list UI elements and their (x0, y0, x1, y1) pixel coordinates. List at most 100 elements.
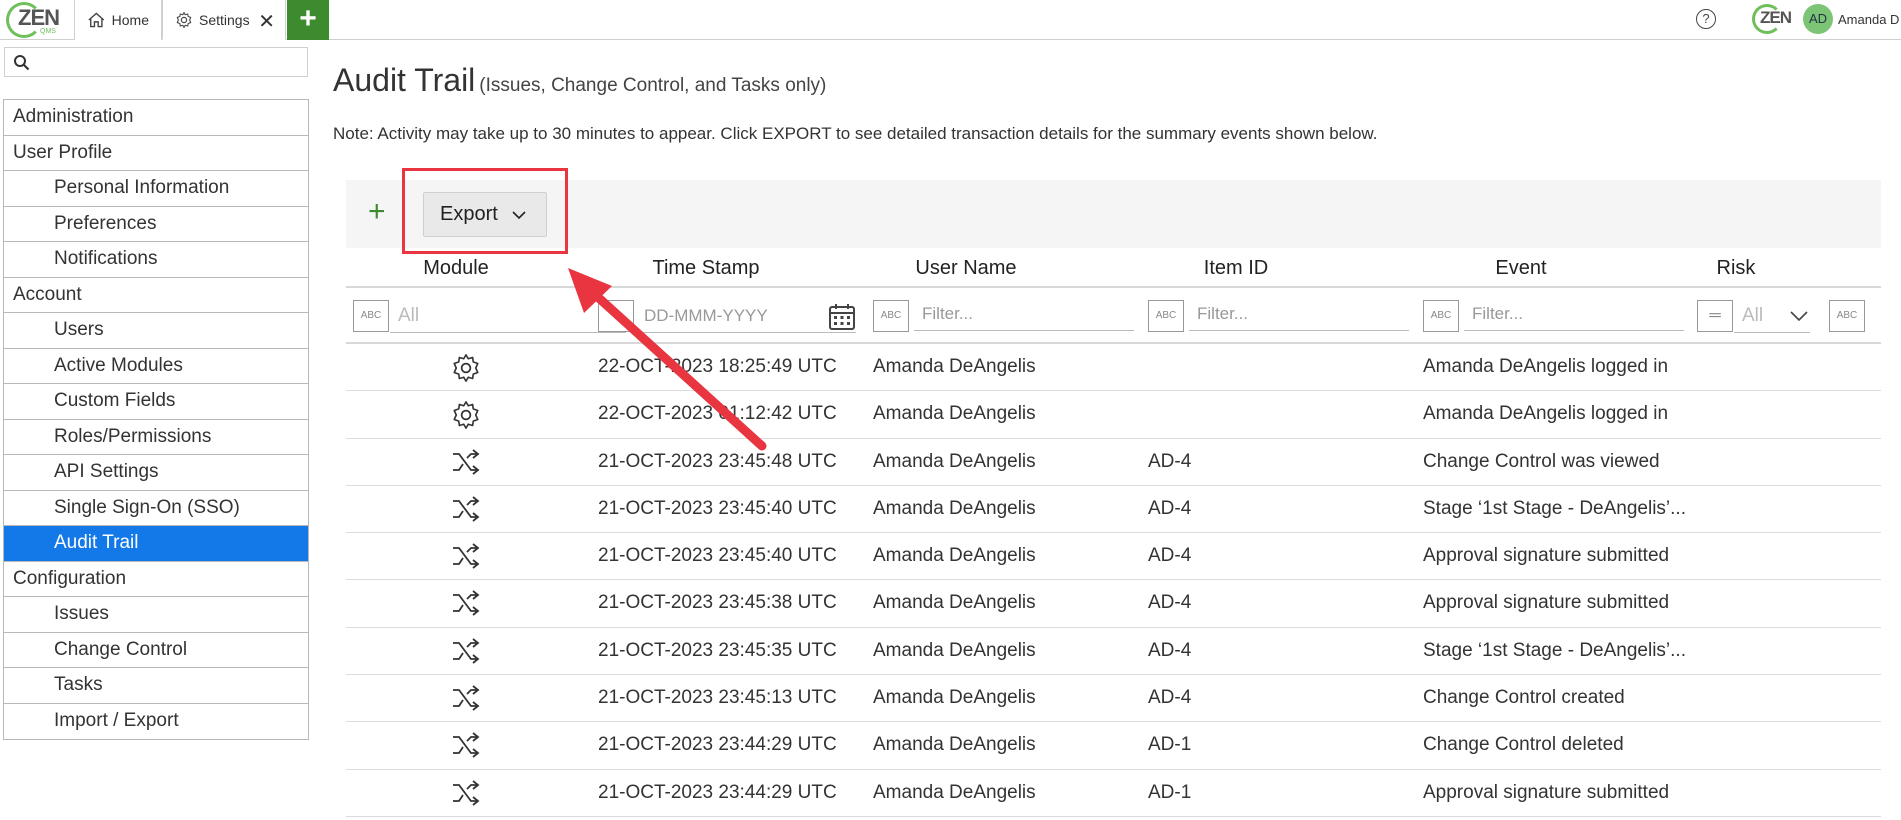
top-bar: ZEN QMS Home Settings ✕ + ? ZEN AD Amand… (0, 0, 1901, 40)
sidebar-item-import-export[interactable]: Import / Export (4, 704, 308, 740)
cell-timestamp: 21-OCT-2023 23:45:40 UTC (598, 545, 837, 567)
sidebar-item-custom-fields[interactable]: Custom Fields (4, 384, 308, 420)
calendar-icon[interactable] (828, 303, 856, 331)
cell-item-id: AD-4 (1148, 687, 1192, 709)
table-row[interactable]: 22-OCT-2023 01:12:42 UTC Amanda DeAngelis… (346, 391, 1881, 439)
text-filter-icon[interactable]: ABC (1423, 300, 1459, 332)
cell-timestamp: 21-OCT-2023 23:45:48 UTC (598, 450, 837, 472)
sidebar-item-change-control[interactable]: Change Control (4, 633, 308, 668)
column-header-risk[interactable]: Risk (1686, 257, 1786, 280)
cell-user: Amanda DeAngelis (873, 734, 1036, 756)
sidebar-item-administration[interactable]: Administration (4, 100, 308, 136)
sidebar-item-issues[interactable]: Issues (4, 597, 308, 633)
date-filter-icon[interactable] (598, 300, 634, 332)
sidebar-item-audit-trail[interactable]: Audit Trail (4, 526, 308, 562)
shuffle-icon (451, 448, 481, 482)
add-button[interactable]: + (368, 197, 386, 227)
cell-item-id: AD-4 (1148, 497, 1192, 519)
table-row[interactable]: 21-OCT-2023 23:45:35 UTC Amanda DeAngelis… (346, 628, 1881, 676)
tab-home[interactable]: Home (74, 0, 162, 40)
cell-timestamp: 21-OCT-2023 23:44:29 UTC (598, 781, 837, 803)
page-title: Audit Trail (Issues, Change Control, and … (333, 62, 827, 98)
text-filter-icon[interactable]: ABC (1148, 300, 1184, 332)
cell-item-id: AD-4 (1148, 592, 1192, 614)
table-row[interactable]: 22-OCT-2023 18:25:49 UTC Amanda DeAngelis… (346, 344, 1881, 392)
tab-settings[interactable]: Settings ✕ (162, 0, 286, 40)
cell-event: Stage ‘1st Stage - DeAngelis’... (1423, 639, 1686, 661)
cell-event: Approval signature submitted (1423, 781, 1670, 803)
cell-item-id: AD-4 (1148, 639, 1192, 661)
sidebar-item-personal-information[interactable]: Personal Information (4, 171, 308, 207)
column-header-timestamp[interactable]: Time Stamp (606, 257, 806, 280)
cell-timestamp: 22-OCT-2023 01:12:42 UTC (598, 403, 837, 425)
shuffle-icon (451, 779, 481, 813)
help-icon[interactable]: ? (1696, 9, 1716, 29)
cell-event: Amanda DeAngelis logged in (1423, 356, 1669, 377)
column-header-user[interactable]: User Name (866, 257, 1066, 280)
cell-timestamp: 22-OCT-2023 18:25:49 UTC (598, 356, 837, 377)
equals-filter-icon[interactable]: ═ (1697, 300, 1733, 332)
cell-timestamp: 21-OCT-2023 23:44:29 UTC (598, 734, 837, 756)
cell-user: Amanda DeAngelis (873, 639, 1036, 661)
cell-timestamp: 21-OCT-2023 23:45:40 UTC (598, 497, 837, 519)
cell-user: Amanda DeAngelis (873, 687, 1036, 709)
table-row[interactable]: 21-OCT-2023 23:44:29 UTC Amanda DeAngelis… (346, 770, 1881, 817)
shuffle-icon (451, 495, 481, 529)
sidebar-item-active-modules[interactable]: Active Modules (4, 349, 308, 384)
column-header-item-id[interactable]: Item ID (1146, 257, 1326, 280)
table-row[interactable]: 21-OCT-2023 23:45:13 UTC Amanda DeAngelis… (346, 675, 1881, 723)
gear-icon (176, 11, 192, 28)
column-header-event[interactable]: Event (1421, 257, 1621, 280)
gear-icon (451, 400, 481, 436)
tab-home-label: Home (111, 12, 149, 28)
page-subtitle: (Issues, Change Control, and Tasks only) (479, 75, 827, 96)
sidebar-item-account[interactable]: Account (4, 278, 308, 313)
sidebar-item-single-sign-on-sso[interactable]: Single Sign-On (SSO) (4, 491, 308, 526)
table-row[interactable]: 21-OCT-2023 23:45:40 UTC Amanda DeAngelis… (346, 486, 1881, 534)
sidebar-item-tasks[interactable]: Tasks (4, 668, 308, 704)
add-tab-button[interactable]: + (287, 0, 329, 40)
cell-event: Change Control was viewed (1423, 450, 1660, 472)
module-filter-select[interactable]: All (390, 301, 626, 333)
cell-timestamp: 21-OCT-2023 23:45:35 UTC (598, 639, 837, 661)
table-row[interactable]: 21-OCT-2023 23:45:48 UTC Amanda DeAngelis… (346, 439, 1881, 486)
table-row[interactable]: 21-OCT-2023 23:44:29 UTC Amanda DeAngelis… (346, 722, 1881, 770)
avatar[interactable]: AD (1803, 4, 1833, 34)
cell-event: Approval signature submitted (1423, 592, 1670, 614)
chevron-down-icon (1790, 311, 1808, 322)
cell-item-id: AD-4 (1148, 545, 1192, 567)
zen-qms-logo[interactable]: ZEN QMS (4, 1, 70, 39)
sidebar-item-preferences[interactable]: Preferences (4, 207, 308, 242)
table-row[interactable]: 21-OCT-2023 23:45:38 UTC Amanda DeAngelis… (346, 580, 1881, 628)
shuffle-icon (451, 684, 481, 718)
table-row[interactable]: 21-OCT-2023 23:45:40 UTC Amanda DeAngelis… (346, 533, 1881, 581)
sidebar-item-api-settings[interactable]: API Settings (4, 455, 308, 491)
sidebar-item-configuration[interactable]: Configuration (4, 562, 308, 597)
sidebar-item-notifications[interactable]: Notifications (4, 242, 308, 278)
shuffle-icon (451, 731, 481, 765)
item-filter-input[interactable]: Filter... (1189, 299, 1409, 331)
search-input[interactable] (4, 47, 308, 77)
sidebar-item-users[interactable]: Users (4, 313, 308, 349)
close-icon[interactable]: ✕ (258, 9, 275, 34)
zen-qms-logo-small: ZEN (1752, 2, 1794, 38)
cell-event: Stage ‘1st Stage - DeAngelis’... (1423, 497, 1686, 519)
sidebar-nav: Administration User Profile Personal Infor… (3, 99, 309, 740)
search-icon (14, 55, 30, 71)
date-filter-input[interactable]: DD-MMM-YYYY (636, 301, 856, 333)
text-filter-icon[interactable]: ABC (1829, 300, 1865, 332)
user-filter-input[interactable]: Filter... (914, 299, 1134, 331)
cell-item-id: AD-1 (1148, 781, 1192, 803)
sidebar-item-user-profile[interactable]: User Profile (4, 136, 308, 171)
grid-body: 22-OCT-2023 18:25:49 UTC Amanda DeAngelis… (346, 344, 1881, 817)
risk-filter-select[interactable]: All (1734, 301, 1810, 333)
text-filter-icon[interactable]: ABC (353, 300, 389, 332)
user-name[interactable]: Amanda D (1838, 12, 1899, 27)
cell-user: Amanda DeAngelis (873, 356, 1036, 377)
event-filter-input[interactable]: Filter... (1464, 299, 1684, 331)
cell-event: Change Control created (1423, 687, 1625, 709)
column-header-module[interactable]: Module (396, 257, 516, 280)
filter-row: ABC All DD-MMM-YYYY ABC Filter... ABC Fi… (346, 288, 1881, 344)
sidebar-item-roles-permissions[interactable]: Roles/Permissions (4, 420, 308, 455)
text-filter-icon[interactable]: ABC (873, 300, 909, 332)
